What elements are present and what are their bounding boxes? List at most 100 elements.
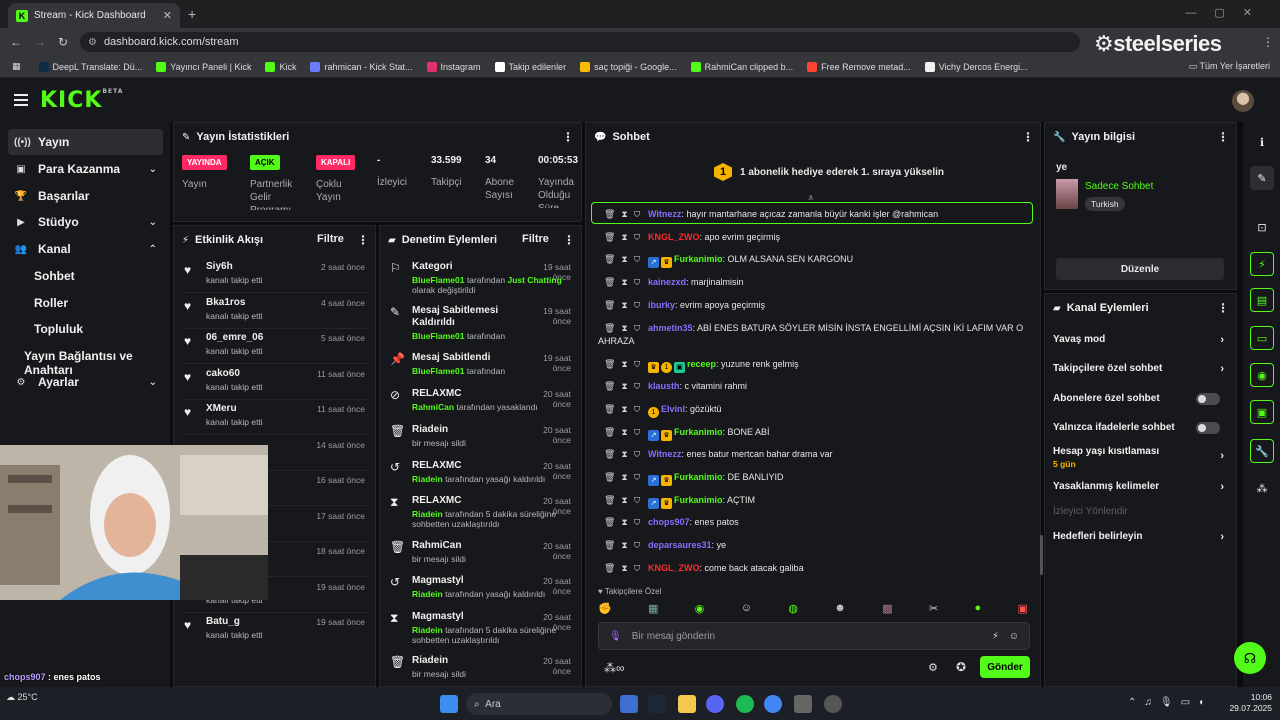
mod-tools[interactable]: 🗑⧗⛉ <box>604 253 646 266</box>
weather-widget[interactable]: ☁ 25°C <box>6 692 38 703</box>
taskview-icon[interactable] <box>620 695 638 713</box>
wrench-icon[interactable]: 🔧 <box>1250 439 1274 463</box>
bookmark-item[interactable]: rahmican - Kick Stat... <box>310 61 413 72</box>
moderation-target[interactable]: Kategori <box>412 261 522 273</box>
kebab-icon[interactable]: ⋮ <box>1217 301 1229 315</box>
mod-tools[interactable]: 🗑⧗⛉ <box>604 231 646 244</box>
bookmark-item[interactable]: DeepL Translate: Dü... <box>38 61 142 72</box>
mod-tools[interactable]: 🗑⧗⛉ <box>604 516 646 529</box>
activity-username[interactable]: Bka1ros <box>206 297 245 308</box>
bookmark-item[interactable]: Kick <box>265 61 296 72</box>
chat-username[interactable]: Witnezz <box>648 449 681 459</box>
chat-username[interactable]: deparsaures31 <box>648 540 712 550</box>
chat-message[interactable]: 🗑⧗⛉ kainezxd: marjinalmisin <box>586 276 1036 296</box>
chat-message[interactable]: 🗑⧗⛉ ↗ ♛ Furkanimio: BONE ABİ <box>586 426 1036 446</box>
screen-icon[interactable]: ▣ <box>1250 400 1274 424</box>
mod-tools[interactable]: 🗑⧗⛉ <box>604 276 646 289</box>
moderation-item[interactable]: ✎ Mesaj Sabitlemesi Kaldırıldı 19 saat önc… <box>380 302 581 342</box>
moderation-target[interactable]: RELAXMC <box>412 388 522 400</box>
chat-message[interactable]: 🗑⧗⛉ chops907: enes patos <box>586 516 1036 536</box>
activity-username[interactable]: cako60 <box>206 368 240 379</box>
moderator-name[interactable]: BlueFlame01 <box>412 366 464 376</box>
bookmark-item[interactable]: Yayıncı Paneli | Kick <box>156 61 251 72</box>
channel-action-2[interactable]: Abonelere özel sohbet <box>1053 393 1228 413</box>
bolt-icon[interactable]: ⚡ <box>1250 252 1274 276</box>
support-chat-button[interactable]: ☊ <box>1234 642 1266 674</box>
filter-button[interactable]: Filtre <box>522 233 549 245</box>
chat-username[interactable]: Furkanimio <box>674 254 723 264</box>
chat-username[interactable]: Furkanimio <box>674 427 723 437</box>
mod-tools[interactable]: 🗑⧗⛉ <box>604 562 646 575</box>
chat-username[interactable]: receep <box>687 359 716 369</box>
mod-tools[interactable]: 🗑⧗⛉ <box>604 403 646 416</box>
window-controls[interactable]: —▢✕ <box>1185 6 1270 19</box>
chat-message[interactable]: 🗑⧗⛉ Witnezz: hayır mantarhane açıcaz zama… <box>586 208 1036 228</box>
clock[interactable]: 10:06 29.07.2025 <box>1226 692 1272 714</box>
chat-username[interactable]: KNGL_ZWO <box>648 232 700 242</box>
moderation-target[interactable]: Mesaj Sabitlendi <box>412 352 522 364</box>
moderation-item[interactable]: 🗑 RahmiCan 20 saat önce bir mesajı sildi <box>380 537 581 577</box>
toggle-switch[interactable] <box>1196 422 1220 434</box>
chat-message[interactable]: 🗑⧗⛉ KNGL_ZWO: come back atacak galiba <box>586 562 1036 582</box>
send-button[interactable]: Gönder <box>980 656 1030 678</box>
moderation-item[interactable]: 📌 Mesaj Sabitlendi 19 saat önce BlueFlame01… <box>380 349 581 389</box>
mod-tools[interactable]: 🗑⧗⛉ <box>604 471 646 484</box>
browser-menu-icon[interactable]: ⋮ <box>1262 35 1274 49</box>
moderator-name[interactable]: BlueFlame01 <box>412 275 464 285</box>
chat-username[interactable]: KNGL_ZWO <box>648 563 700 573</box>
filter-button[interactable]: Filtre <box>317 233 344 245</box>
taskbar-search[interactable]: ⌕ Ara <box>466 693 612 715</box>
edit-button[interactable]: Düzenle <box>1056 258 1224 280</box>
folder-icon[interactable] <box>678 695 696 713</box>
chat-username[interactable]: Elvinl <box>661 404 685 414</box>
chat-username[interactable]: ahmetin35 <box>648 323 693 333</box>
activity-item[interactable]: ♥ XMeru kanalı takip etti 11 saat önce <box>174 400 375 435</box>
sidebar-item-basarilar[interactable]: 🏆 Başarılar <box>8 183 163 209</box>
menu-icon[interactable] <box>14 94 28 106</box>
kick-logo[interactable]: KICKBETA <box>40 88 123 113</box>
moderator-name[interactable]: Riadein <box>412 474 443 484</box>
moderation-target[interactable]: Riadein <box>412 655 522 667</box>
bookmark-item[interactable]: Vichy Dercos Energi... <box>924 61 1028 72</box>
points-icon[interactable]: ⁂∞ <box>604 661 625 675</box>
reload-icon[interactable]: ↻ <box>58 35 68 49</box>
chat-username[interactable]: kainezxd <box>648 277 686 287</box>
info-icon[interactable]: ℹ <box>1250 130 1274 154</box>
moderation-item[interactable]: ↺ RELAXMC 20 saat önce Riadein tarafından y… <box>380 457 581 497</box>
activity-username[interactable]: Batu_g <box>206 616 240 627</box>
moderation-target[interactable]: Magmastyl <box>412 611 522 623</box>
chat-scrollbar[interactable] <box>1040 535 1043 575</box>
chat-message[interactable]: 🗑⧗⛉ iburky: evrim apoya geçirmiş <box>586 299 1036 319</box>
chat-message[interactable]: 🗑⧗⛉ 1 Elvinl: gözüktü <box>586 403 1036 423</box>
moderation-target[interactable]: Magmastyl <box>412 575 522 587</box>
channel-action-5[interactable]: Yasaklanmış kelimeler › <box>1053 481 1228 501</box>
mod-tools[interactable]: 🗑⧗⛉ <box>604 448 646 461</box>
kebab-icon[interactable]: ⋮ <box>1217 130 1229 144</box>
document-icon[interactable]: ▤ <box>1250 288 1274 312</box>
chat-message[interactable]: 🗑⧗⛉ ↗ ♛ Furkanimio: OLM ALSANA SEN KARGONU <box>586 253 1036 273</box>
tag-chip[interactable]: Turkish <box>1085 197 1125 211</box>
bookmark-item[interactable]: Takip edilenler <box>494 61 566 72</box>
discord-icon[interactable] <box>706 695 724 713</box>
broadcast-icon[interactable]: ◉ <box>1250 363 1274 387</box>
avatar[interactable] <box>1232 90 1254 112</box>
activity-item[interactable]: ♥ Batu_g kanalı takip etti 19 saat önce <box>174 613 375 648</box>
crop-icon[interactable]: ⊡ <box>1250 215 1274 239</box>
channel-action-1[interactable]: Takipçilere özel sohbet › <box>1053 363 1228 383</box>
activity-username[interactable]: Siy6h <box>206 261 233 272</box>
chat-username[interactable]: klausth <box>648 381 680 391</box>
channel-action-7[interactable]: Hedefleri belirleyin › <box>1053 531 1228 551</box>
kebab-icon[interactable]: ⋮ <box>562 130 574 144</box>
gear-icon[interactable]: ⚙ <box>928 661 938 674</box>
mod-tools[interactable]: 🗑⧗⛉ <box>604 358 646 371</box>
toggle-switch[interactable] <box>1196 393 1220 405</box>
bookmark-item[interactable]: RahmiCan clipped b... <box>690 61 793 72</box>
kebab-icon[interactable]: ⋮ <box>357 233 369 247</box>
back-icon[interactable]: ← <box>10 35 22 49</box>
apps-grid-icon[interactable]: ▦ <box>12 61 21 72</box>
app-icon[interactable] <box>824 695 842 713</box>
chat-username[interactable]: Furkanimio <box>674 495 723 505</box>
app-icon[interactable] <box>794 695 812 713</box>
chat-username[interactable]: Witnezz <box>648 209 681 219</box>
kebab-icon[interactable]: ⋮ <box>563 233 575 247</box>
